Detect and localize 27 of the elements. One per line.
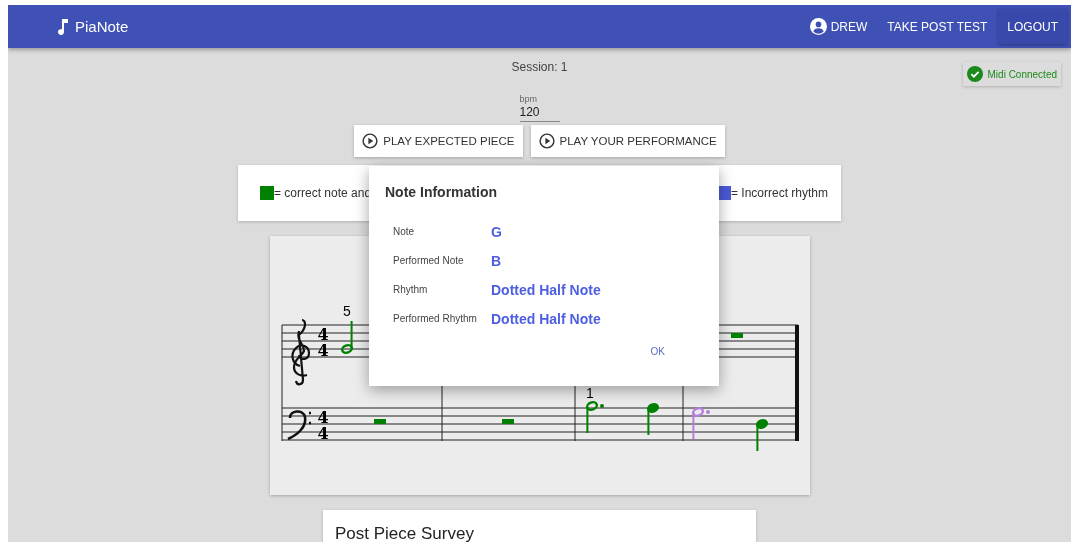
info-value: Dotted Half Note bbox=[491, 310, 601, 327]
app-title: PiaNote bbox=[75, 18, 129, 35]
play-button[interactable]: PLAY EXPECTED PIECE bbox=[354, 125, 523, 157]
info-label: Note bbox=[393, 226, 416, 237]
ok-button[interactable]: OK bbox=[646, 342, 669, 361]
music-note-icon bbox=[58, 18, 68, 35]
check-circle-icon bbox=[966, 66, 983, 82]
legend-label: = Incorrect rhythm bbox=[730, 186, 828, 200]
info-value: G bbox=[491, 223, 502, 240]
bpm-field[interactable]: 120 bbox=[519, 104, 560, 122]
play-circle-icon bbox=[538, 133, 555, 149]
nav-button[interactable]: TAKE POST TEST bbox=[878, 9, 997, 44]
survey-title: Post Piece Survey bbox=[335, 524, 474, 542]
account-icon bbox=[809, 18, 827, 35]
dialog-title: Note Information bbox=[385, 184, 498, 200]
info-label: Performed Note bbox=[393, 255, 465, 266]
info-label: Performed Rhythm bbox=[393, 313, 478, 324]
user-button[interactable]: DREW bbox=[800, 9, 877, 44]
info-value: Dotted Half Note bbox=[491, 281, 601, 298]
bpm-label: bpm bbox=[519, 94, 537, 104]
midi-status-label: Midi Connected bbox=[987, 68, 1057, 80]
info-value: B bbox=[491, 252, 502, 269]
play-button[interactable]: PLAY YOUR PERFORMANCE bbox=[530, 125, 725, 157]
nav-button[interactable]: LOGOUT bbox=[998, 9, 1067, 44]
play-circle-icon bbox=[362, 133, 379, 149]
info-label: Rhythm bbox=[393, 284, 429, 295]
session-label: Session: 1 bbox=[511, 60, 568, 74]
